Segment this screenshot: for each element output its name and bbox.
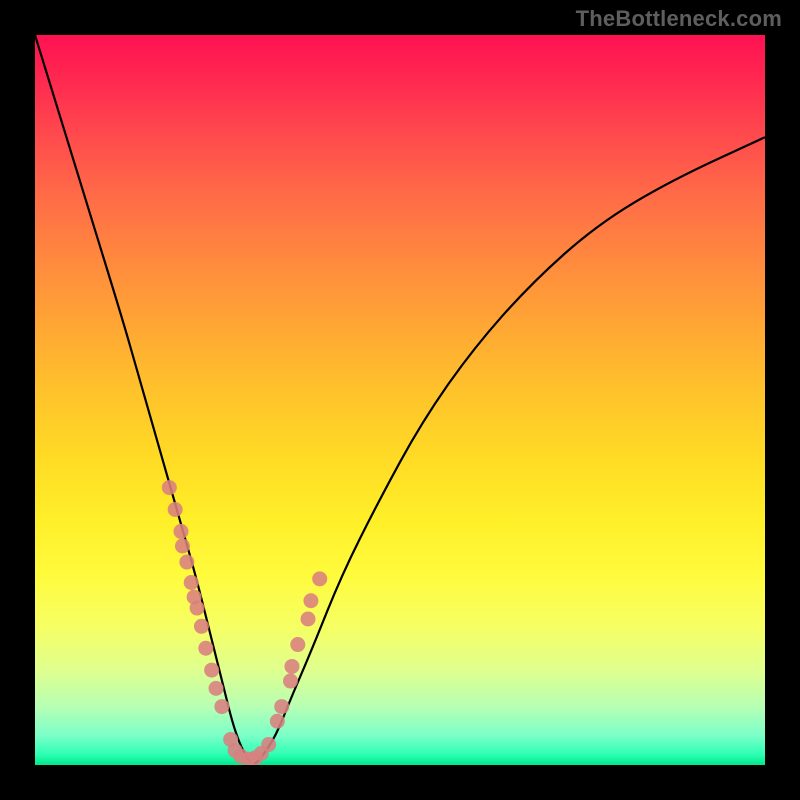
sample-point	[303, 593, 318, 608]
sample-point	[198, 641, 213, 656]
sample-point	[270, 714, 285, 729]
sample-point	[184, 575, 199, 590]
chart-frame: TheBottleneck.com	[0, 0, 800, 800]
sample-point	[162, 480, 177, 495]
bottleneck-curve	[35, 35, 765, 763]
sample-point	[261, 737, 276, 752]
sample-point	[168, 502, 183, 517]
sample-point	[179, 555, 194, 570]
sample-point	[204, 663, 219, 678]
sample-point	[174, 524, 189, 539]
watermark-label: TheBottleneck.com	[576, 6, 782, 32]
sample-point	[312, 571, 327, 586]
sample-point	[209, 681, 224, 696]
sample-point	[175, 539, 190, 554]
sample-point	[214, 699, 229, 714]
sample-point	[284, 659, 299, 674]
plot-area	[35, 35, 765, 765]
sample-point	[301, 612, 316, 627]
sample-point	[194, 619, 209, 634]
sample-point	[190, 601, 205, 616]
sample-point	[283, 674, 298, 689]
sample-point	[274, 699, 289, 714]
curve-layer	[35, 35, 765, 765]
sample-point-markers	[162, 480, 327, 765]
sample-point	[290, 637, 305, 652]
